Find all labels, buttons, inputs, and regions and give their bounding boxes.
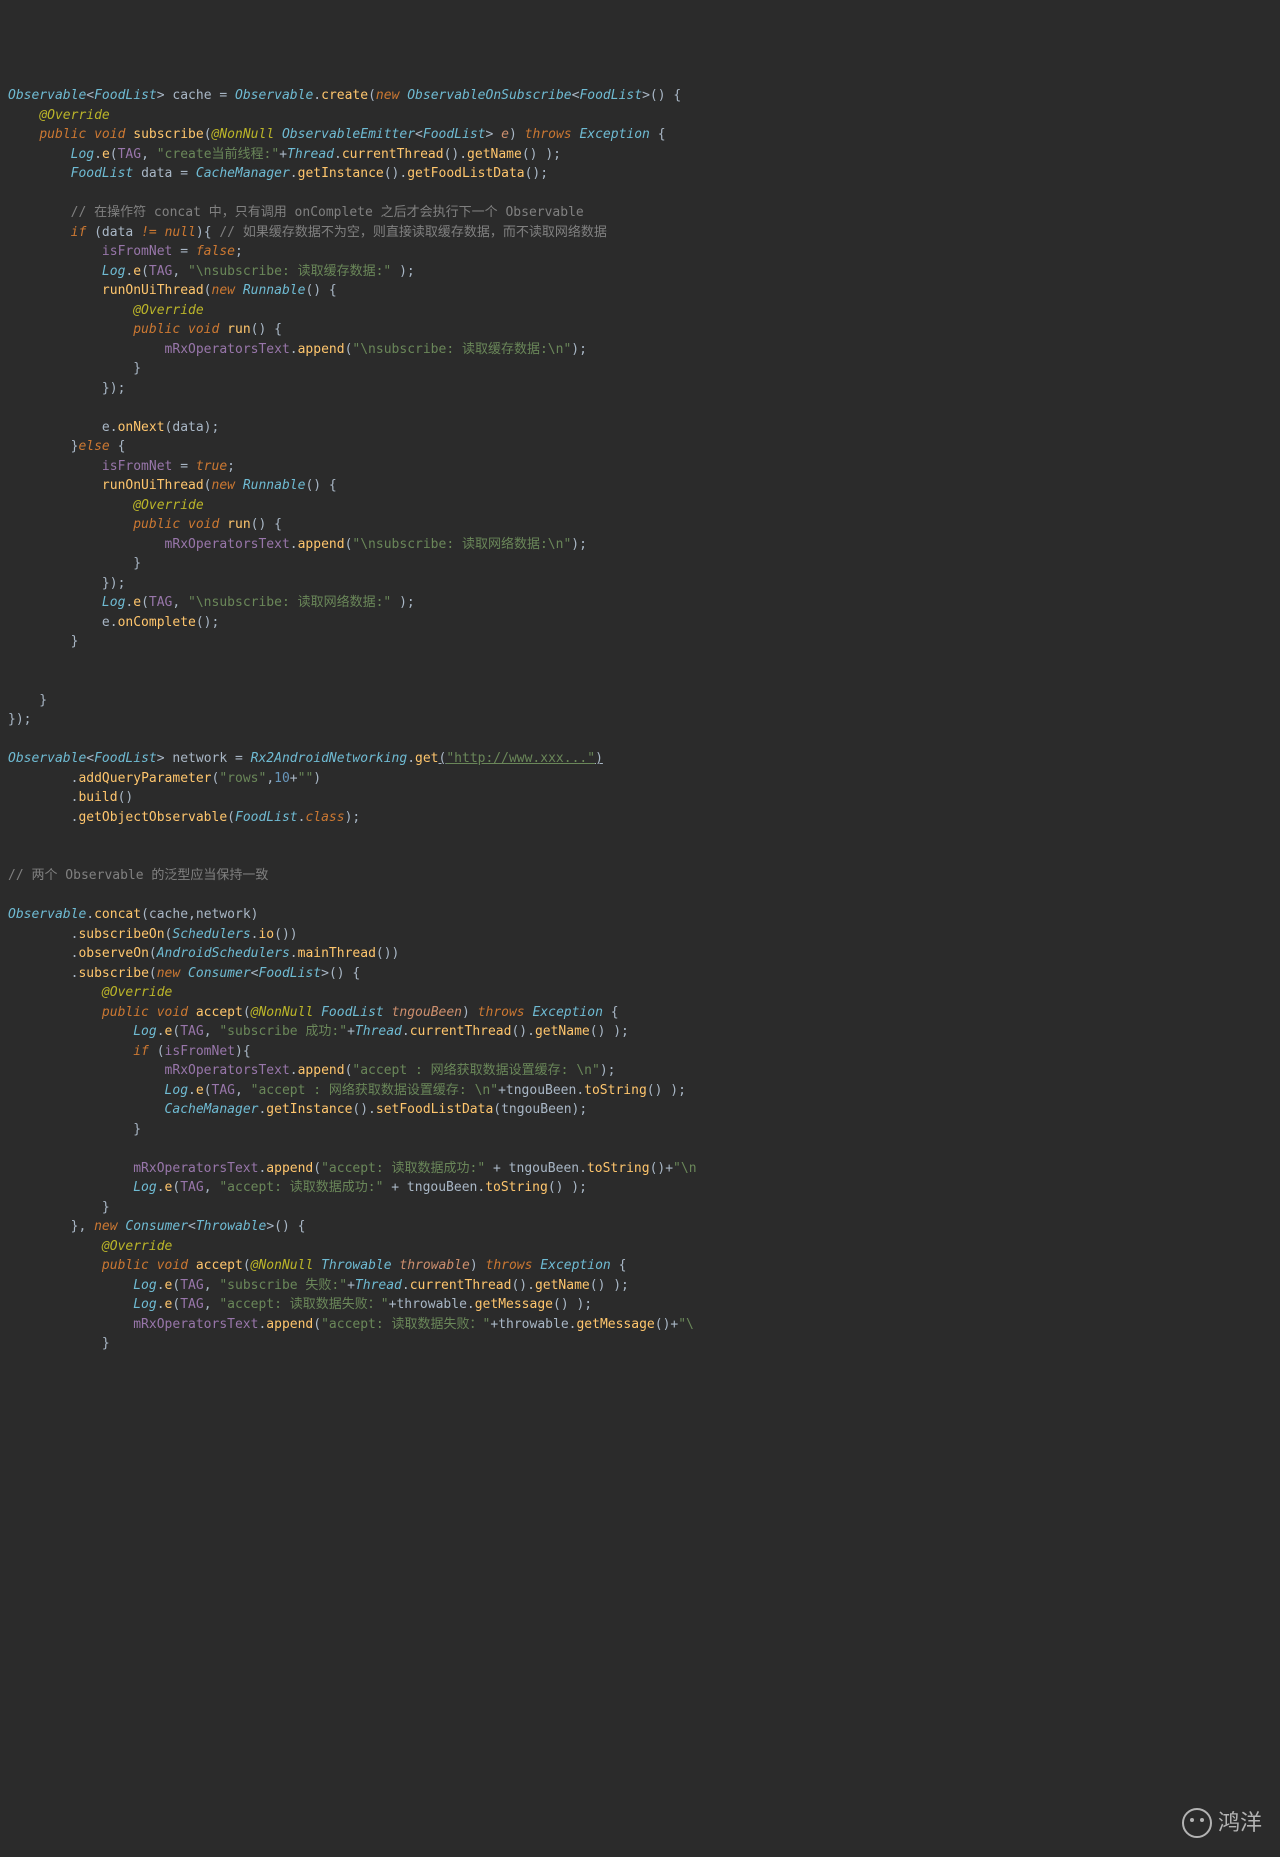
watermark-text: 鸿洋 — [1218, 1806, 1262, 1839]
wechat-icon — [1182, 1808, 1212, 1838]
annotation-override: @Override — [39, 108, 109, 123]
watermark: 鸿洋 — [1182, 1806, 1262, 1839]
code-block: Observable<FoodList> cache = Observable.… — [8, 86, 1272, 1354]
type: Observable — [8, 88, 86, 103]
comment: // 在操作符 concat 中，只有调用 onComplete 之后才会执行下… — [71, 205, 584, 220]
comment: // 两个 Observable 的泛型应当保持一致 — [8, 868, 268, 883]
